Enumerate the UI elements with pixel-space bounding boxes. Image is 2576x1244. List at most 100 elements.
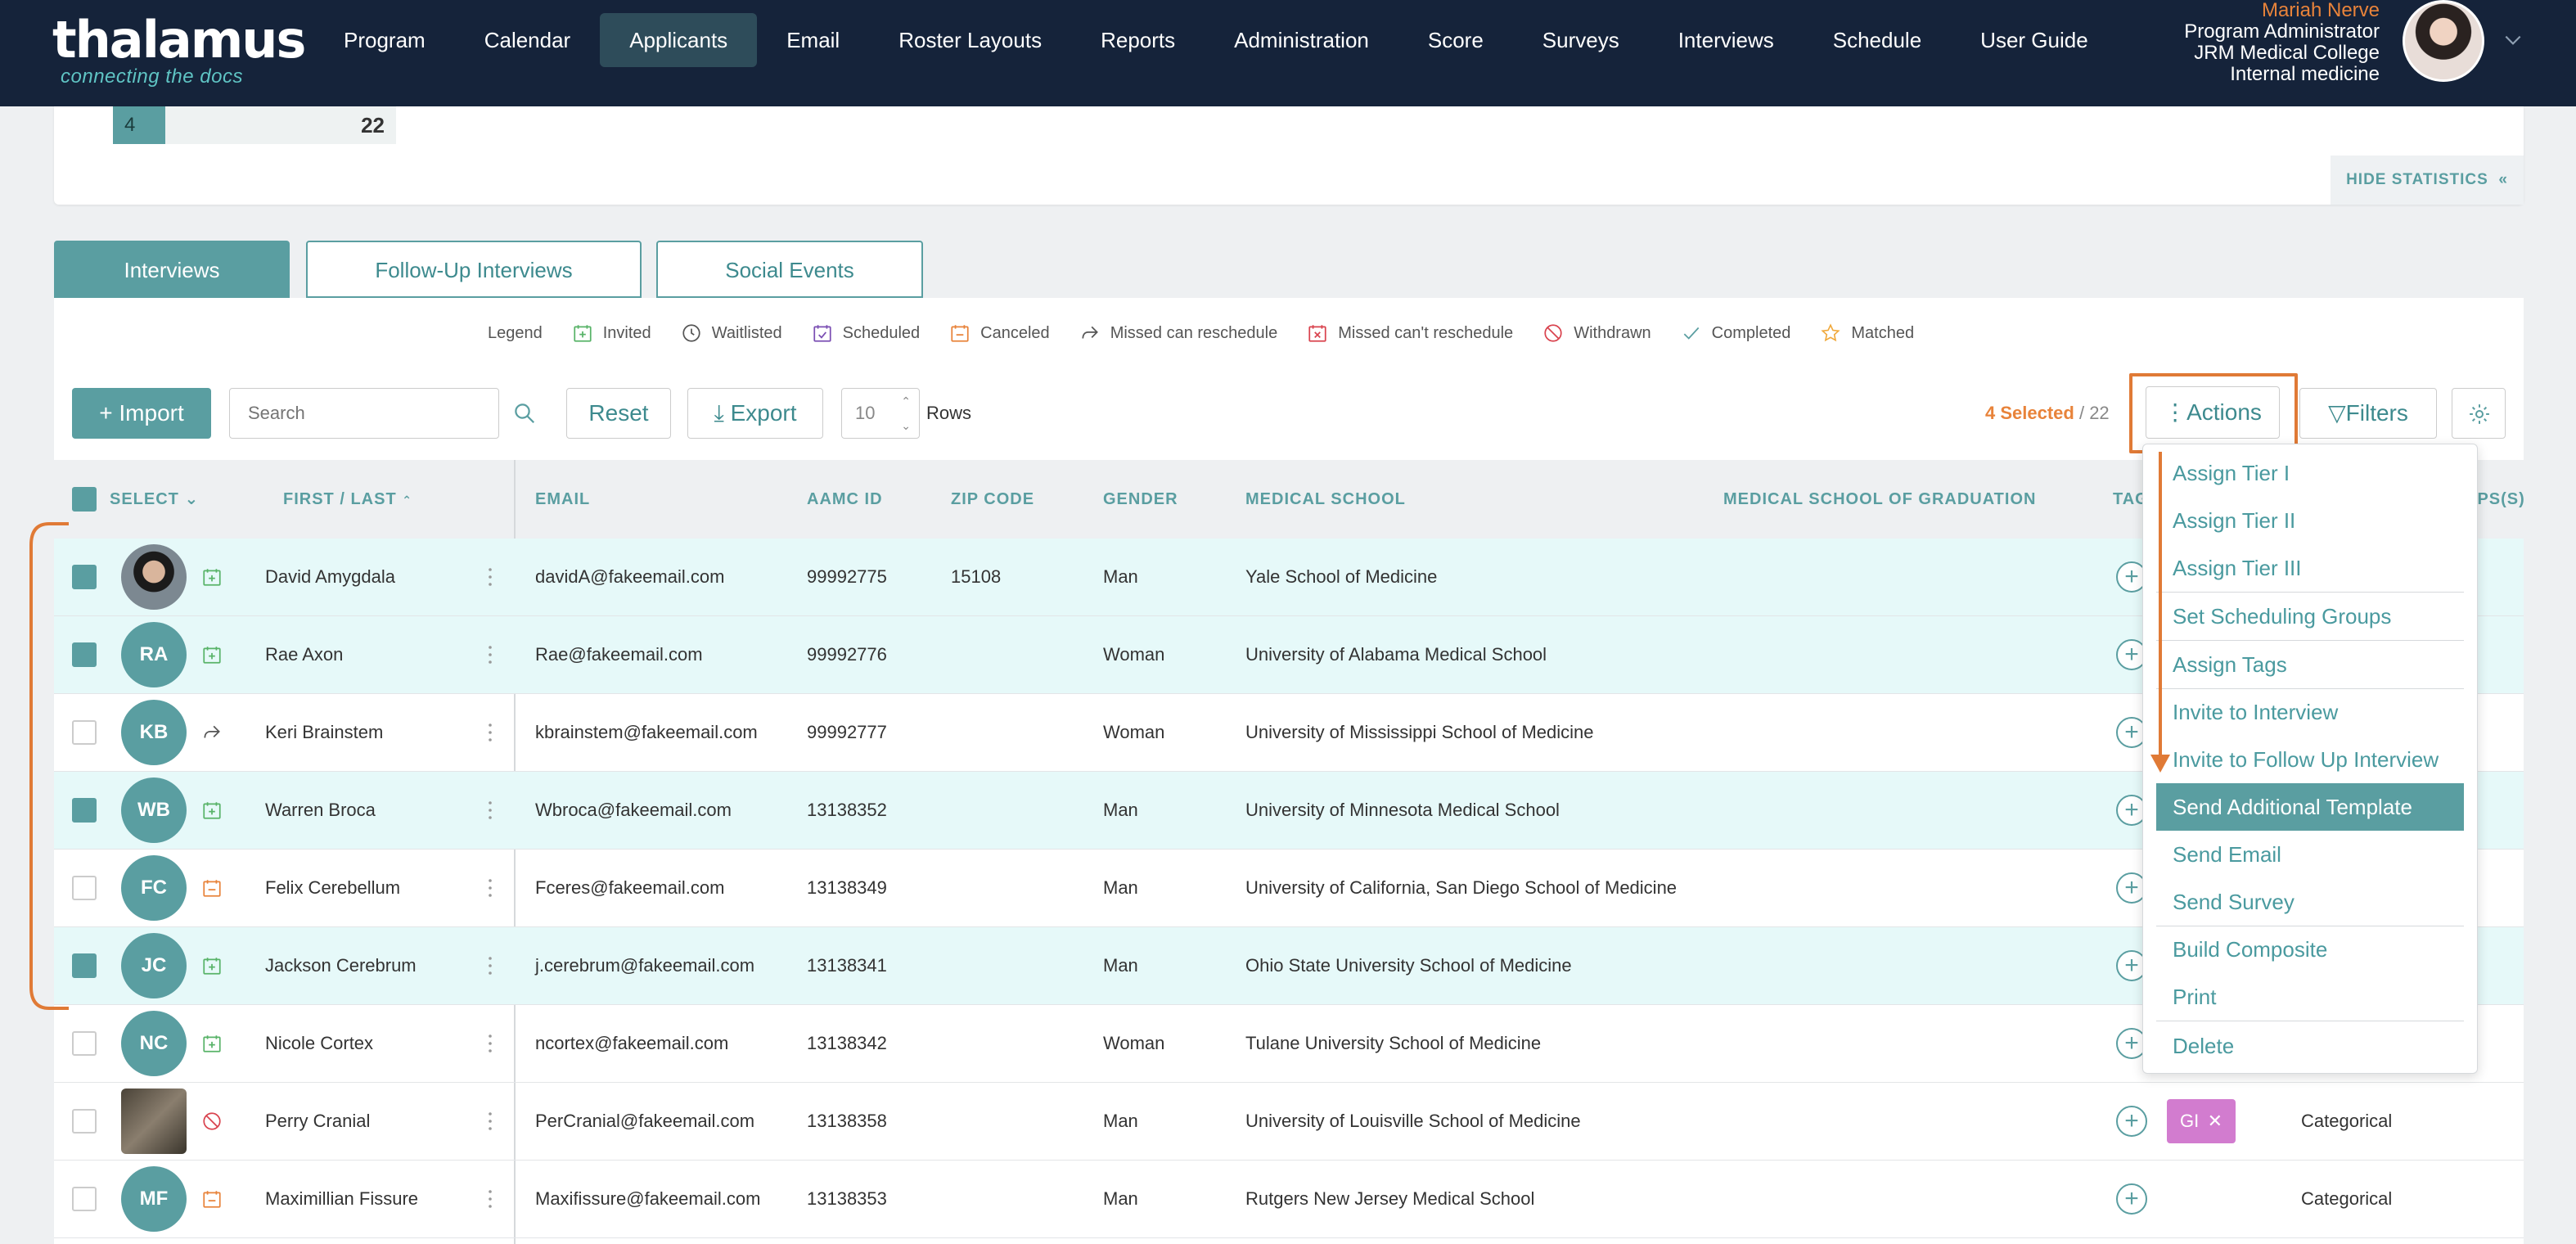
column-header-zip-code[interactable]: ZIP CODE xyxy=(951,460,1034,539)
export-button[interactable]: ⤓ Export xyxy=(687,388,823,439)
avatar[interactable] xyxy=(121,1088,187,1154)
chevron-down-icon[interactable] xyxy=(2502,29,2524,51)
avatar[interactable]: WB xyxy=(121,778,187,843)
tab-social-events[interactable]: Social Events xyxy=(656,241,923,298)
nav-item-surveys[interactable]: Surveys xyxy=(1513,13,1649,67)
row-checkbox[interactable] xyxy=(72,1109,97,1134)
close-icon[interactable]: ✕ xyxy=(2208,1099,2222,1143)
menu-item-assign-tier-2[interactable]: Assign Tier II xyxy=(2156,497,2464,544)
column-header-aamc-id[interactable]: AAMC ID xyxy=(807,460,883,539)
kebab-icon[interactable] xyxy=(488,877,493,899)
kebab-icon[interactable] xyxy=(488,800,493,821)
menu-item-print[interactable]: Print xyxy=(2156,973,2464,1021)
menu-item-set-scheduling-groups[interactable]: Set Scheduling Groups xyxy=(2156,593,2464,640)
row-checkbox[interactable] xyxy=(72,876,97,900)
row-checkbox[interactable] xyxy=(72,642,97,667)
applicant-aamc-id: 13138349 xyxy=(807,877,887,898)
applicant-name[interactable]: David Amygdala xyxy=(265,566,395,588)
thalamus-logo[interactable]: thalamus connecting the docs xyxy=(52,15,306,88)
kebab-icon[interactable] xyxy=(488,1188,493,1210)
rows-per-page-stepper[interactable]: 10 ⌃ ⌄ xyxy=(841,388,920,439)
avatar[interactable]: JC xyxy=(121,933,187,998)
menu-item-send-survey[interactable]: Send Survey xyxy=(2156,878,2464,926)
applicant-name[interactable]: Perry Cranial xyxy=(265,1111,370,1132)
tag-badge[interactable]: GI ✕ xyxy=(2167,1099,2236,1143)
row-checkbox[interactable] xyxy=(72,565,97,589)
nav-item-email[interactable]: Email xyxy=(757,13,869,67)
select-all-checkbox[interactable] xyxy=(72,487,97,512)
table-row[interactable]: Perry Cranial PerCranial@fakeemail.com 131… xyxy=(54,1083,2524,1161)
user-info: Mariah Nerve Program Administrator JRM M… xyxy=(2184,0,2380,85)
avatar[interactable]: RA xyxy=(121,622,187,687)
avatar[interactable]: MF xyxy=(121,1166,187,1232)
row-checkbox[interactable] xyxy=(72,1187,97,1211)
applicant-name[interactable]: Nicole Cortex xyxy=(265,1033,373,1054)
menu-item-delete[interactable]: Delete xyxy=(2156,1022,2464,1070)
add-tag-button[interactable]: + xyxy=(2116,1106,2147,1137)
nav-item-administration[interactable]: Administration xyxy=(1205,13,1398,67)
share-arrow-icon xyxy=(1082,326,1098,339)
user-name: Mariah Nerve xyxy=(2261,0,2380,21)
add-tag-button[interactable]: + xyxy=(2116,1183,2147,1215)
applicant-aamc-id: 13138341 xyxy=(807,955,887,976)
import-button[interactable]: + Import xyxy=(72,388,211,439)
column-header-school-of-graduation[interactable]: MEDICAL SCHOOL OF GRADUATION xyxy=(1723,460,2036,539)
menu-item-send-email[interactable]: Send Email xyxy=(2156,831,2464,878)
row-checkbox[interactable] xyxy=(72,798,97,823)
settings-button[interactable] xyxy=(2452,388,2506,439)
kebab-icon[interactable] xyxy=(488,1111,493,1132)
applicant-gender: Woman xyxy=(1103,644,1165,665)
avatar[interactable]: NC xyxy=(121,1011,187,1076)
nav-item-calendar[interactable]: Calendar xyxy=(455,13,601,67)
kebab-icon[interactable] xyxy=(488,566,493,588)
kebab-icon[interactable] xyxy=(488,644,493,665)
tab-interviews[interactable]: Interviews xyxy=(54,241,290,298)
menu-item-assign-tier-1[interactable]: Assign Tier I xyxy=(2156,449,2464,497)
nav-item-program[interactable]: Program xyxy=(314,13,455,67)
kebab-icon[interactable] xyxy=(488,955,493,976)
column-header-email[interactable]: EMAIL xyxy=(535,460,590,539)
table-row[interactable]: MF Maximillian Fissure Maxifissure@fakeema… xyxy=(54,1161,2524,1238)
avatar[interactable]: KB xyxy=(121,700,187,765)
stepper-arrows-icon[interactable]: ⌃ ⌄ xyxy=(901,389,911,438)
kebab-icon[interactable] xyxy=(488,722,493,743)
avatar[interactable] xyxy=(121,544,187,610)
menu-item-assign-tags[interactable]: Assign Tags xyxy=(2156,641,2464,688)
column-header-gender[interactable]: GENDER xyxy=(1103,460,1178,539)
menu-item-build-composite[interactable]: Build Composite xyxy=(2156,926,2464,973)
stat-count: 4 xyxy=(113,106,165,144)
avatar[interactable]: FC xyxy=(121,855,187,921)
applicant-name[interactable]: Keri Brainstem xyxy=(265,722,383,743)
nav-item-reports[interactable]: Reports xyxy=(1071,13,1205,67)
menu-item-assign-tier-3[interactable]: Assign Tier III xyxy=(2156,544,2464,592)
kebab-icon[interactable] xyxy=(488,1033,493,1054)
applicant-name[interactable]: Felix Cerebellum xyxy=(265,877,400,899)
nav-item-score[interactable]: Score xyxy=(1398,13,1513,67)
applicant-name[interactable]: Maximillian Fissure xyxy=(265,1188,418,1210)
nav-item-interviews[interactable]: Interviews xyxy=(1649,13,1804,67)
reset-button[interactable]: Reset xyxy=(566,388,671,439)
column-header-medical-school[interactable]: MEDICAL SCHOOL xyxy=(1245,460,1406,539)
column-header-name[interactable]: FIRST / LAST ⌃ xyxy=(283,460,412,539)
user-avatar[interactable] xyxy=(2403,0,2484,82)
menu-item-send-additional-template[interactable]: Send Additional Template xyxy=(2156,783,2464,831)
nav-item-schedule[interactable]: Schedule xyxy=(1804,13,1951,67)
applicant-name[interactable]: Rae Axon xyxy=(265,644,343,665)
hide-statistics-button[interactable]: HIDE STATISTICS « xyxy=(2331,156,2524,205)
menu-item-invite-to-interview[interactable]: Invite to Interview xyxy=(2156,688,2464,736)
tab-follow-up-interviews[interactable]: Follow-Up Interviews xyxy=(306,241,642,298)
filters-button[interactable]: ▽Filters xyxy=(2299,388,2437,439)
nav-item-roster-layouts[interactable]: Roster Layouts xyxy=(869,13,1071,67)
applicant-name[interactable]: Warren Broca xyxy=(265,800,376,821)
applicant-name[interactable]: Jackson Cerebrum xyxy=(265,955,417,976)
row-checkbox[interactable] xyxy=(72,1031,97,1056)
nav-item-user-guide[interactable]: User Guide xyxy=(1951,13,2118,67)
search-input[interactable] xyxy=(229,388,499,439)
search-icon[interactable] xyxy=(512,401,537,426)
row-checkbox[interactable] xyxy=(72,953,97,978)
nav-item-applicants[interactable]: Applicants xyxy=(600,13,758,67)
menu-item-invite-to-follow-up[interactable]: Invite to Follow Up Interview xyxy=(2156,736,2464,783)
row-checkbox[interactable] xyxy=(72,720,97,745)
applicant-gender: Man xyxy=(1103,566,1138,587)
column-header-select[interactable]: SELECT ⌄ xyxy=(110,460,199,539)
